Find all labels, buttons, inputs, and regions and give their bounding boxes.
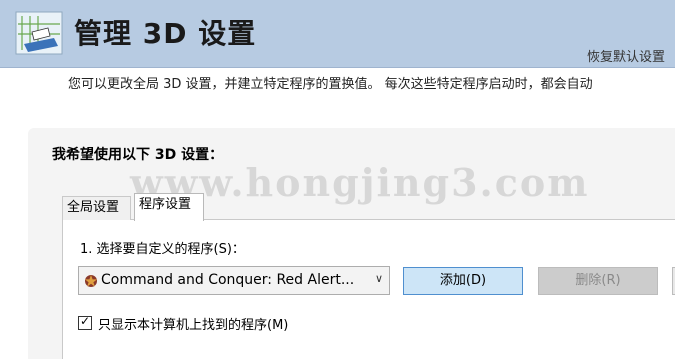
program-select-value: Command and Conquer: Red Alert... [101, 272, 355, 288]
restore-defaults-link[interactable]: 恢复默认设置 [587, 46, 665, 65]
3d-settings-icon [15, 11, 63, 55]
chevron-down-icon[interactable]: ∨ [375, 272, 383, 285]
page-description: 您可以更改全局 3D 设置，并建立特定程序的置换值。 每次这些特定程序启动时，都… [68, 77, 593, 92]
show-only-found-checkbox[interactable]: ✓ [78, 314, 92, 330]
remove-button[interactable]: 删除(R) [538, 267, 658, 295]
red-alert-app-icon [85, 275, 97, 287]
tab-global-settings[interactable]: 全局设置 [62, 196, 131, 220]
header-banner: 管理 3D 设置 恢复默认设置 [0, 0, 675, 68]
page-title: 管理 3D 设置 [74, 17, 257, 50]
program-select[interactable]: Command and Conquer: Red Alert... ∨ [78, 266, 390, 295]
tab-program-settings[interactable]: 程序设置 [134, 193, 204, 221]
checkmark-icon: ✓ [80, 314, 91, 328]
select-program-label: 1. 选择要自定义的程序(S)： [80, 242, 245, 257]
show-only-found-label: 只显示本计算机上找到的程序(M) [98, 318, 289, 333]
add-button[interactable]: 添加(D) [403, 267, 523, 295]
